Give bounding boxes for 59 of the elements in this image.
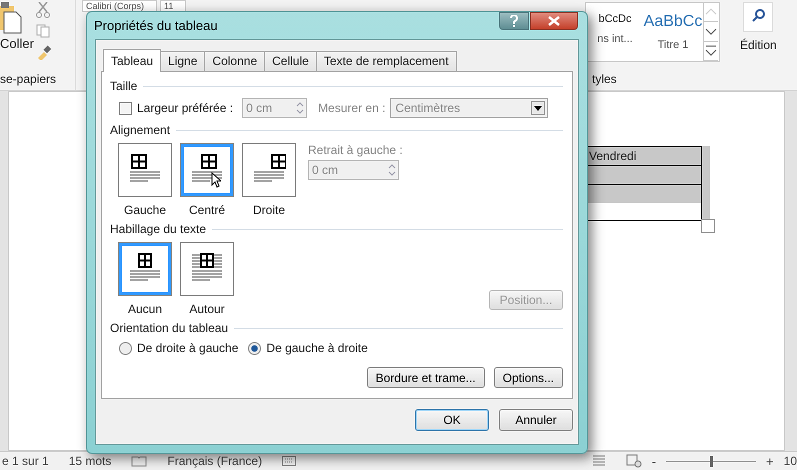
help-icon [510, 15, 518, 27]
close-button[interactable] [530, 12, 578, 30]
tab[interactable]: Colonne [204, 51, 266, 71]
zoom-level[interactable]: 10 [784, 454, 797, 468]
dialog-button[interactable]: Annuler [499, 409, 573, 431]
option-label[interactable]: Aucun [128, 302, 162, 316]
clipboard-icon[interactable] [0, 2, 22, 34]
tab[interactable]: Ligne [160, 51, 206, 71]
radio-button[interactable] [248, 342, 262, 354]
text-wrapping-option[interactable] [180, 242, 234, 296]
tab[interactable]: Tableau [103, 49, 162, 72]
brush-icon[interactable] [36, 44, 52, 60]
radio-label[interactable]: De gauche à droite [266, 341, 368, 355]
alignment-option[interactable] [242, 143, 296, 197]
help-button[interactable] [499, 12, 529, 30]
search-icon[interactable] [743, 2, 774, 32]
option-label[interactable]: Gauche [124, 203, 166, 217]
table-cell: Vendredi [587, 147, 701, 166]
measure-label: Mesurer en : [318, 101, 386, 115]
tab[interactable]: Cellule [264, 51, 317, 71]
editing-label[interactable]: Édition [740, 38, 777, 52]
table-resize-handle[interactable] [701, 219, 715, 233]
indent-label: Retrait à gauche : [308, 143, 403, 157]
group-label: se-papiers [0, 72, 56, 86]
font-size-field[interactable]: 11 [160, 0, 186, 12]
layout-icon[interactable] [592, 455, 606, 467]
keyboard-icon[interactable] [282, 456, 296, 466]
alignment-option[interactable] [118, 143, 172, 197]
web-layout-icon[interactable] [626, 454, 642, 468]
zoom-in-button[interactable]: + [766, 454, 774, 468]
alignment-option[interactable] [180, 143, 234, 197]
text-wrapping-option[interactable] [118, 242, 172, 296]
paste-label[interactable]: Coller [0, 36, 34, 51]
section-heading: Taille [110, 79, 138, 93]
language-label[interactable]: Français (France) [167, 454, 262, 468]
radio-label[interactable]: De droite à gauche [137, 341, 238, 355]
mouse-cursor-icon [211, 172, 221, 188]
zoom-out-button[interactable]: - [652, 454, 656, 468]
book-icon[interactable] [131, 455, 148, 467]
option-label[interactable]: Centré [188, 203, 226, 217]
section-heading: Orientation du tableau [110, 321, 228, 335]
font-name-field[interactable]: Calibri (Corps) [82, 0, 158, 12]
style-item[interactable]: AaBbCc Titre 1 [644, 3, 702, 61]
scissors-icon[interactable] [36, 2, 50, 18]
word-count: 15 mots [68, 454, 112, 468]
radio-button[interactable] [119, 342, 132, 354]
option-label[interactable]: Autour [189, 302, 225, 316]
dialog-button[interactable]: Bordure et trame... [366, 367, 485, 388]
dialog-title: Propriétés du tableau [94, 18, 218, 33]
tab[interactable]: Texte de remplacement [316, 51, 457, 71]
dialog-button[interactable]: OK [415, 409, 489, 431]
dialog-button[interactable]: Options... [494, 367, 563, 388]
section-heading: Alignement [110, 123, 170, 137]
close-icon [548, 16, 560, 26]
section-heading: Habillage du texte [110, 222, 206, 236]
group-label: tyles [592, 72, 617, 86]
option-label[interactable]: Droite [252, 203, 285, 217]
style-item[interactable]: bCcDc ns int... [586, 3, 644, 61]
page-count: e 1 sur 1 [2, 454, 49, 468]
